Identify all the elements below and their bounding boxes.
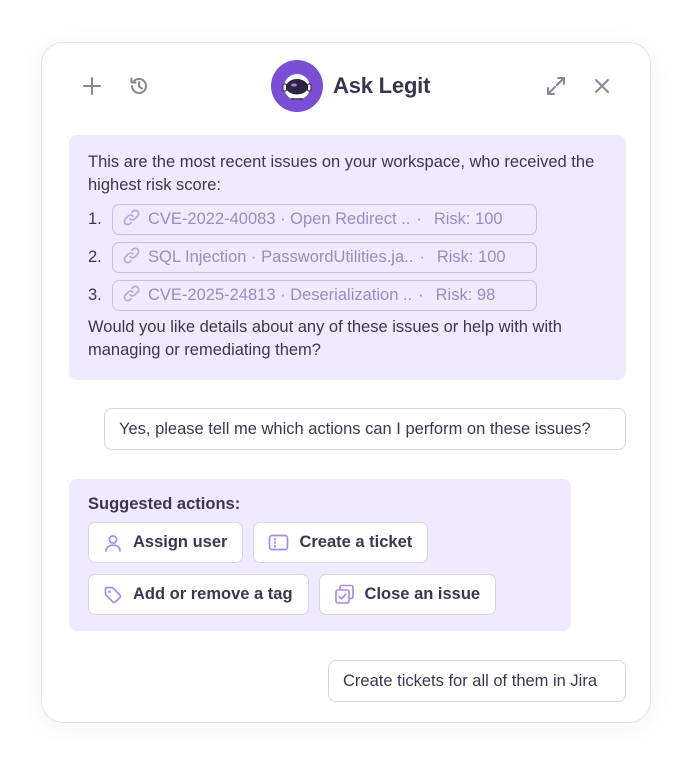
assistant-message: This are the most recent issues on your … [69, 135, 626, 380]
add-remove-tag-label: Add or remove a tag [133, 585, 293, 603]
tag-icon [103, 585, 123, 605]
history-icon[interactable] [125, 72, 153, 100]
issue-title: SQL Injection · PasswordUtilities.ja.. [148, 248, 414, 266]
issue-risk: Risk: 98 [435, 286, 496, 304]
separator-dot: · [419, 248, 425, 266]
ticket-icon [268, 533, 289, 552]
astronaut-avatar-icon [271, 60, 323, 112]
close-issue-button[interactable]: Close an issue [318, 574, 497, 615]
ask-legit-chat-panel: Ask Legit This are the most recent issue… [41, 42, 651, 723]
assign-user-button[interactable]: Assign user [88, 522, 244, 563]
issue-list: 1. CVE-2022-40083 · Open Redirect .. · R… [88, 203, 607, 312]
issue-link-chip[interactable]: CVE-2025-24813 · Deserialization .. · Ri… [112, 280, 537, 311]
plus-icon[interactable] [78, 72, 106, 100]
issue-title: CVE-2022-40083 · Open Redirect .. [148, 210, 411, 228]
issue-number: 1. [88, 210, 102, 228]
create-ticket-label: Create a ticket [299, 533, 413, 551]
issue-risk: Risk: 100 [436, 248, 506, 266]
issue-number: 3. [88, 286, 102, 304]
separator-dot: · [418, 286, 424, 304]
link-icon [122, 284, 141, 308]
create-ticket-button[interactable]: Create a ticket [253, 522, 429, 563]
suggested-actions-panel: Suggested actions: Assign user Create a … [69, 479, 571, 631]
close-issue-icon [334, 584, 355, 605]
close-issue-label: Close an issue [364, 585, 481, 603]
user-message: Create tickets for all of them in Jira [328, 660, 626, 702]
issue-list-item: 3. CVE-2025-24813 · Deserialization .. ·… [88, 279, 607, 312]
issue-list-item: 2. SQL Injection · PasswordUtilities.ja.… [88, 241, 607, 274]
issue-title: CVE-2025-24813 · Deserialization .. [148, 286, 413, 304]
issue-list-item: 1. CVE-2022-40083 · Open Redirect .. · R… [88, 203, 607, 236]
assistant-intro-text: This are the most recent issues on your … [88, 153, 595, 194]
link-icon [122, 246, 141, 270]
issue-number: 2. [88, 248, 102, 266]
link-icon [122, 208, 141, 232]
user-icon [103, 533, 123, 553]
issue-link-chip[interactable]: CVE-2022-40083 · Open Redirect .. · Risk… [112, 204, 537, 235]
close-icon[interactable] [588, 72, 616, 100]
separator-dot: · [416, 210, 422, 228]
issue-link-chip[interactable]: SQL Injection · PasswordUtilities.ja.. ·… [112, 242, 537, 273]
user-message: Yes, please tell me which actions can I … [104, 408, 626, 450]
issue-risk: Risk: 100 [433, 210, 503, 228]
chat-title: Ask Legit [333, 73, 431, 98]
assistant-followup-text: Would you like details about any of thes… [88, 318, 562, 359]
expand-icon[interactable] [542, 72, 570, 100]
add-remove-tag-button[interactable]: Add or remove a tag [88, 574, 309, 615]
suggested-actions-title: Suggested actions: [88, 495, 241, 513]
assign-user-label: Assign user [133, 533, 228, 551]
